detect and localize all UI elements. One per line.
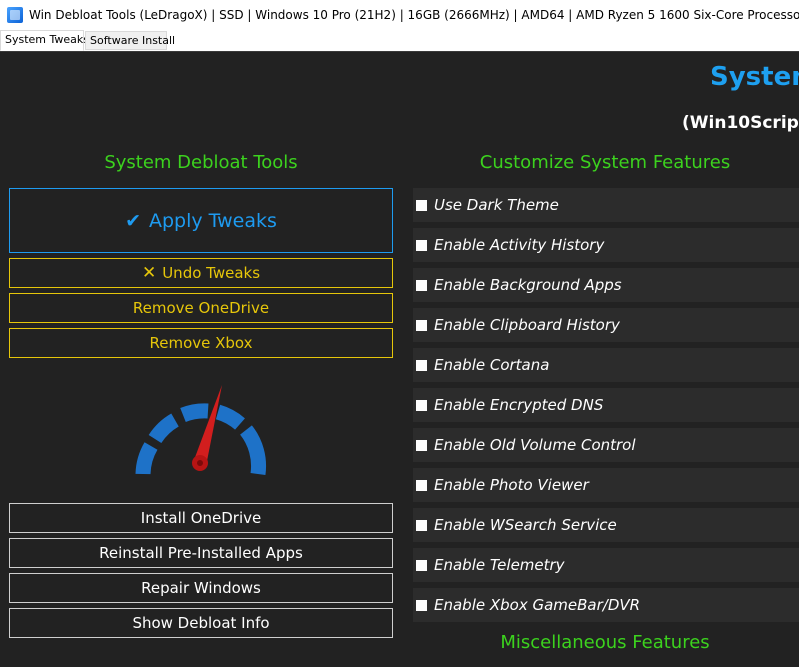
page-title: System (710, 62, 799, 92)
feature-enable-old-volume-control[interactable]: Enable Old Volume Control (413, 428, 799, 462)
checkbox[interactable] (416, 519, 427, 531)
checkbox[interactable] (416, 439, 427, 451)
checkbox[interactable] (416, 199, 427, 211)
reinstall-pre-installed-apps-button[interactable]: Reinstall Pre-Installed Apps (9, 538, 393, 568)
main-panel: System (Win10ScriptG System Debloat Tool… (0, 51, 799, 667)
feature-label: Enable Clipboard History (434, 316, 620, 334)
feature-enable-xbox-gamebar-dvr[interactable]: Enable Xbox GameBar/DVR (413, 588, 799, 622)
repair-windows-button[interactable]: Repair Windows (9, 573, 393, 603)
page-subtitle: (Win10ScriptG (682, 113, 799, 133)
system-debloat-tools-heading: System Debloat Tools (104, 152, 298, 173)
checkbox[interactable] (416, 599, 427, 611)
feature-label: Enable Old Volume Control (434, 436, 636, 454)
feature-enable-activity-history[interactable]: Enable Activity History (413, 228, 799, 262)
tab-strip: System Tweaks Software Install (0, 30, 799, 51)
feature-label: Enable Xbox GameBar/DVR (434, 596, 641, 614)
feature-label: Enable Photo Viewer (434, 476, 589, 494)
feature-label: Enable Telemetry (434, 556, 565, 574)
title-bar: Win Debloat Tools (LeDragoX) | SSD | Win… (0, 0, 799, 31)
undo-tweaks-label: Undo Tweaks (162, 264, 261, 282)
feature-enable-wsearch-service[interactable]: Enable WSearch Service (413, 508, 799, 542)
feature-label: Enable Activity History (434, 236, 605, 254)
check-icon: ✔ (125, 209, 141, 232)
feature-use-dark-theme[interactable]: Use Dark Theme (413, 188, 799, 222)
speedometer-icon (135, 385, 267, 476)
feature-label: Enable Encrypted DNS (434, 396, 604, 414)
show-debloat-info-button[interactable]: Show Debloat Info (9, 608, 393, 638)
apply-tweaks-button[interactable]: ✔ Apply Tweaks (9, 188, 393, 253)
checkbox[interactable] (416, 559, 427, 571)
feature-label: Use Dark Theme (434, 196, 559, 214)
feature-enable-telemetry[interactable]: Enable Telemetry (413, 548, 799, 582)
checkbox[interactable] (416, 399, 427, 411)
close-icon: ✕ (141, 263, 157, 283)
checkbox[interactable] (416, 279, 427, 291)
remove-onedrive-button[interactable]: Remove OneDrive (9, 293, 393, 323)
miscellaneous-features-heading: Miscellaneous Features (500, 632, 710, 653)
windows-app-icon (7, 7, 23, 23)
feature-enable-clipboard-history[interactable]: Enable Clipboard History (413, 308, 799, 342)
checkbox[interactable] (416, 479, 427, 491)
remove-xbox-button[interactable]: Remove Xbox (9, 328, 393, 358)
window-title: Win Debloat Tools (LeDragoX) | SSD | Win… (29, 8, 799, 22)
checkbox[interactable] (416, 239, 427, 251)
feature-enable-photo-viewer[interactable]: Enable Photo Viewer (413, 468, 799, 502)
feature-enable-background-apps[interactable]: Enable Background Apps (413, 268, 799, 302)
feature-label: Enable WSearch Service (434, 516, 617, 534)
tab-system-tweaks[interactable]: System Tweaks (0, 30, 89, 51)
checkbox[interactable] (416, 319, 427, 331)
feature-enable-cortana[interactable]: Enable Cortana (413, 348, 799, 382)
feature-enable-encrypted-dns[interactable]: Enable Encrypted DNS (413, 388, 799, 422)
feature-label: Enable Cortana (434, 356, 550, 374)
checkbox[interactable] (416, 359, 427, 371)
undo-tweaks-button[interactable]: ✕ Undo Tweaks (9, 258, 393, 288)
feature-label: Enable Background Apps (434, 276, 622, 294)
install-onedrive-button[interactable]: Install OneDrive (9, 503, 393, 533)
tab-software-install[interactable]: Software Install (85, 31, 175, 50)
apply-tweaks-label: Apply Tweaks (149, 209, 277, 232)
customize-system-features-heading: Customize System Features (479, 152, 731, 173)
